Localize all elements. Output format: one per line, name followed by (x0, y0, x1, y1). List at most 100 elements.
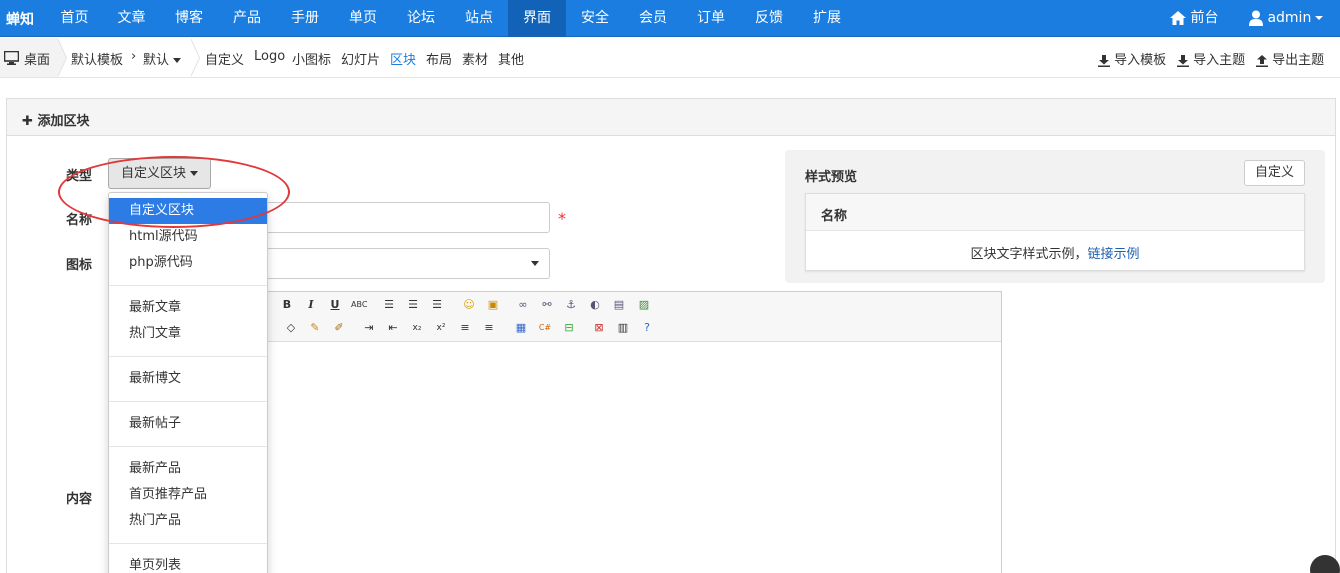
preview-block-body: 区块文字样式示例，链接示例 (970, 247, 1140, 262)
nav-item-security[interactable]: 安全 (566, 0, 624, 37)
media-icon[interactable]: ▤ (611, 297, 627, 313)
unlink-icon[interactable]: ⚯ (539, 297, 555, 313)
flash-icon[interactable]: ◐ (587, 297, 603, 313)
picture-icon[interactable]: ▨ (636, 297, 652, 313)
breadcrumb-theme-dropdown[interactable]: 默认 (143, 49, 182, 68)
custom-style-button[interactable]: 自定义 (1244, 160, 1305, 186)
code-icon[interactable]: C# (537, 320, 553, 336)
subnav-blocks[interactable]: 区块 (390, 49, 416, 68)
indent-icon[interactable]: ⇥ (361, 320, 377, 336)
dropdown-item-featured-products[interactable]: 首页推荐产品 (109, 482, 267, 508)
subscript-icon[interactable]: x₂ (409, 320, 425, 336)
nav-item-articles[interactable]: 文章 (103, 0, 160, 37)
bold-icon[interactable]: B (279, 297, 295, 313)
nav-item-blog[interactable]: 博客 (160, 0, 218, 37)
help-icon[interactable]: ? (639, 320, 655, 336)
format-painter-icon[interactable]: ✐ (331, 320, 347, 336)
type-dropdown-menu: 自定义区块 html源代码 php源代码 最新文章 热门文章 最新博文 最新帖子… (108, 192, 268, 573)
user-menu[interactable]: admin (1249, 0, 1324, 37)
brush-icon[interactable]: ✎ (307, 320, 323, 336)
panel-title: ✚ 添加区块 (22, 114, 90, 129)
nav-item-manual[interactable]: 手册 (276, 0, 334, 37)
dropdown-item-html-source[interactable]: html源代码 (109, 224, 267, 250)
required-mark: * (558, 209, 566, 228)
nav-item-extensions[interactable]: 扩展 (798, 0, 856, 37)
home-icon (1170, 11, 1186, 25)
upload-icon (1256, 54, 1268, 67)
download-icon (1177, 54, 1189, 67)
breadcrumb-template[interactable]: 默认模板 (71, 49, 123, 68)
top-navbar: 蝉知 首页 文章 博客 产品 手册 单页 论坛 站点 界面 安全 会员 订单 反… (0, 0, 1340, 37)
preview-block-header: 名称 (806, 194, 1304, 231)
nav-item-home[interactable]: 首页 (46, 0, 103, 37)
monitor-icon (4, 51, 19, 65)
paste-icon[interactable]: ▥ (615, 320, 631, 336)
align-left-icon[interactable]: ☰ (381, 297, 397, 313)
anchor-icon[interactable]: ⚓ (563, 297, 579, 313)
import-template-button[interactable]: 导入模板 (1098, 49, 1166, 68)
unordered-list-icon[interactable]: ≡ (481, 320, 497, 336)
subnav-assets[interactable]: 素材 (462, 49, 488, 68)
dropdown-item-php-source[interactable]: php源代码 (109, 250, 267, 276)
emoticon-icon[interactable]: ☺ (461, 297, 477, 313)
subnav-custom[interactable]: 自定义 (205, 49, 244, 68)
dropdown-item-hot-products[interactable]: 热门产品 (109, 508, 267, 534)
export-theme-button[interactable]: 导出主题 (1256, 49, 1324, 68)
dropdown-divider (109, 446, 267, 447)
dropdown-divider (109, 285, 267, 286)
nav-item-orders[interactable]: 订单 (682, 0, 740, 37)
nav-item-ui[interactable]: 界面 (508, 0, 566, 37)
ordered-list-icon[interactable]: ≡ (457, 320, 473, 336)
chevron-down-icon (173, 58, 182, 63)
strikethrough-icon[interactable]: ABC (351, 297, 367, 313)
subnav-slides[interactable]: 幻灯片 (341, 49, 380, 68)
align-center-icon[interactable]: ☰ (405, 297, 421, 313)
dropdown-item-hot-articles[interactable]: 热门文章 (109, 321, 267, 347)
breadcrumb-separator-fill (190, 38, 199, 77)
breadcrumb-separator-fill (57, 38, 66, 77)
align-right-icon[interactable]: ☰ (429, 297, 445, 313)
eraser-icon[interactable]: ◇ (283, 320, 299, 336)
underline-icon[interactable]: U (327, 297, 343, 313)
style-preview: 样式预览 自定义 名称 区块文字样式示例，链接示例 (785, 150, 1325, 283)
chevron-down-icon (1315, 16, 1324, 20)
superscript-icon[interactable]: x² (433, 320, 449, 336)
dropdown-item-latest-articles[interactable]: 最新文章 (109, 295, 267, 321)
table-icon[interactable]: ▦ (513, 320, 529, 336)
dropdown-item-latest-products[interactable]: 最新产品 (109, 456, 267, 482)
nav-item-feedback[interactable]: 反馈 (740, 0, 798, 37)
brand-logo[interactable]: 蝉知 (6, 9, 34, 29)
fullscreen-icon[interactable]: ⊠ (591, 320, 607, 336)
highlight-ellipse (58, 156, 290, 228)
subnav-logo[interactable]: Logo (254, 49, 285, 64)
plus-icon: ✚ (22, 114, 33, 129)
dropdown-item-page-list[interactable]: 单页列表 (109, 553, 267, 573)
preview-block: 名称 区块文字样式示例，链接示例 (805, 193, 1305, 271)
nav-item-members[interactable]: 会员 (624, 0, 682, 37)
italic-icon[interactable]: I (303, 297, 319, 313)
breadcrumb-home[interactable]: 桌面 (0, 38, 58, 77)
nav-item-pages[interactable]: 单页 (334, 0, 392, 37)
subnav-other[interactable]: 其他 (498, 49, 524, 68)
image-insert-icon[interactable]: ▣ (485, 297, 501, 313)
preview-title: 样式预览 (805, 170, 858, 185)
panel-header: ✚ 添加区块 (7, 99, 1335, 136)
horizontal-rule-icon[interactable]: ⊟ (561, 320, 577, 336)
import-theme-button[interactable]: 导入主题 (1177, 49, 1245, 68)
link-icon[interactable]: ∞ (515, 297, 531, 313)
chevron-down-icon (531, 261, 539, 266)
subnav-favicon[interactable]: 小图标 (292, 49, 331, 68)
download-icon (1098, 54, 1110, 67)
front-link[interactable]: 前台 (1170, 0, 1218, 37)
dropdown-item-latest-threads[interactable]: 最新帖子 (109, 411, 267, 437)
nav-item-products[interactable]: 产品 (218, 0, 276, 37)
nav-item-site[interactable]: 站点 (450, 0, 508, 37)
subnav-layout[interactable]: 布局 (426, 49, 452, 68)
preview-sample-link[interactable]: 链接示例 (1088, 247, 1140, 262)
nav-item-forum[interactable]: 论坛 (392, 0, 450, 37)
content-label: 内容 (66, 492, 93, 507)
dropdown-item-latest-blogs[interactable]: 最新博文 (109, 366, 267, 392)
outdent-icon[interactable]: ⇤ (385, 320, 401, 336)
icon-label: 图标 (66, 258, 93, 273)
dropdown-divider (109, 543, 267, 544)
